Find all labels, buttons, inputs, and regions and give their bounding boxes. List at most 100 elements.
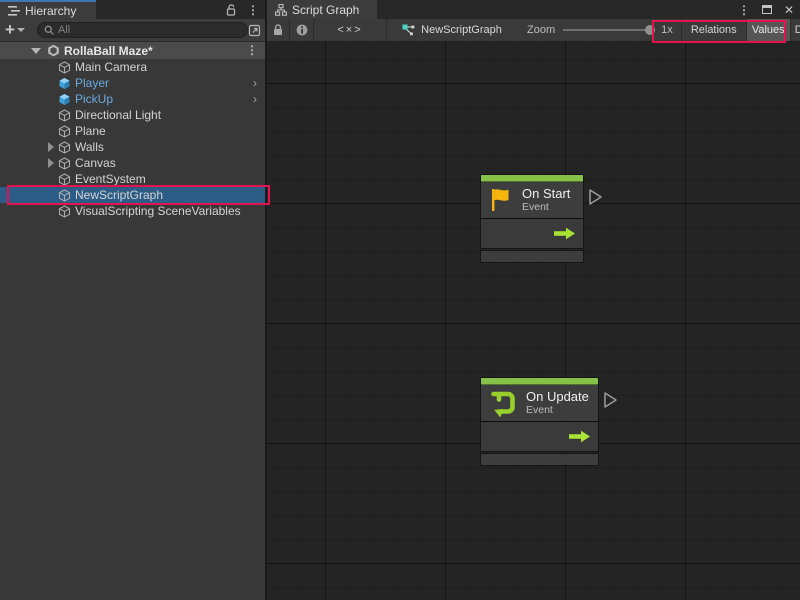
values-button[interactable]: Values — [747, 19, 791, 41]
unity-logo-icon — [47, 44, 60, 57]
gameobject-cube-icon — [58, 141, 71, 154]
node-on-start[interactable]: On Start Event — [481, 175, 583, 262]
node-header: On Start Event — [481, 182, 583, 218]
hierarchy-item-label: PickUp — [75, 92, 113, 106]
zoom-value: 1x — [661, 24, 673, 36]
hierarchy-tab-label: Hierarchy — [25, 4, 76, 18]
unlock-icon[interactable] — [226, 4, 237, 16]
graph-name-label: NewScriptGraph — [421, 24, 502, 36]
hierarchy-toolbar: + All — [0, 19, 265, 42]
zoom-label: Zoom — [527, 24, 555, 36]
hierarchy-item-label: Main Camera — [75, 60, 147, 74]
chevron-down-icon — [17, 28, 25, 32]
dim-button[interactable]: Dim — [791, 19, 800, 41]
node-title: On Start — [522, 187, 570, 202]
node-port-row — [481, 422, 598, 451]
foldout-open-icon[interactable] — [31, 48, 41, 54]
node-color-bar — [481, 175, 583, 182]
hierarchy-item-label: NewScriptGraph — [75, 188, 163, 202]
hierarchy-item-player[interactable]: Player › — [0, 75, 265, 91]
hierarchy-item-label: Directional Light — [75, 108, 161, 122]
script-graph-panel: Script Graph ⋮ ✕ < — [267, 0, 800, 600]
add-gameobject-button[interactable]: + — [5, 23, 25, 37]
zoom-control: Zoom 1x — [517, 19, 681, 41]
on-update-output-port-icon[interactable] — [603, 391, 618, 409]
hierarchy-item-directional-light[interactable]: Directional Light › — [0, 107, 265, 123]
trigger-output-arrow-icon[interactable] — [568, 430, 591, 443]
gameobject-cube-icon — [58, 61, 71, 74]
hierarchy-item-main-camera[interactable]: Main Camera › — [0, 59, 265, 75]
node-subtitle: Event — [522, 201, 570, 213]
on-start-output-port-icon[interactable] — [588, 188, 603, 206]
zoom-slider-track — [563, 29, 655, 31]
node-header: On Update Event — [481, 385, 598, 421]
prefab-cube-icon — [58, 93, 71, 106]
hierarchy-item-label: VisualScripting SceneVariables — [75, 204, 241, 218]
loop-icon — [489, 389, 517, 417]
node-footer — [481, 251, 583, 262]
pick-window-icon[interactable] — [246, 22, 262, 38]
plus-icon: + — [5, 23, 15, 37]
lock-button[interactable] — [267, 19, 290, 41]
hierarchy-item-label: Plane — [75, 124, 106, 138]
search-icon — [44, 25, 55, 36]
gameobject-cube-icon — [58, 109, 71, 122]
scene-name: RollaBall Maze* — [64, 44, 153, 58]
node-color-bar — [481, 378, 598, 385]
hierarchy-item-walls[interactable]: Walls › — [0, 139, 265, 155]
hierarchy-item-visualscripting-scenevariables[interactable]: VisualScripting SceneVariables › — [0, 203, 265, 219]
prefab-chevron-icon[interactable]: › — [253, 76, 257, 90]
code-preview-button[interactable]: <×> — [314, 19, 387, 41]
search-placeholder: All — [58, 24, 70, 36]
hierarchy-item-label: Canvas — [75, 156, 116, 170]
close-icon[interactable]: ✕ — [784, 4, 794, 16]
info-button[interactable] — [290, 19, 314, 41]
graph-asset-icon — [402, 24, 415, 36]
tab-script-graph[interactable]: Script Graph — [267, 0, 377, 19]
scene-menu-icon[interactable]: ⋮ — [246, 44, 258, 56]
hierarchy-list: Main Camera › Player › — [0, 59, 265, 219]
zoom-slider-thumb[interactable] — [645, 25, 655, 35]
tab-hierarchy[interactable]: Hierarchy — [0, 0, 96, 19]
hierarchy-item-pickup[interactable]: PickUp › — [0, 91, 265, 107]
gameobject-cube-icon — [58, 189, 71, 202]
trigger-output-arrow-icon[interactable] — [553, 227, 576, 240]
prefab-chevron-icon[interactable]: › — [253, 92, 257, 106]
graph-canvas[interactable]: On Start Event — [267, 42, 800, 600]
node-footer — [481, 454, 598, 465]
maximize-icon[interactable] — [762, 5, 772, 14]
script-graph-tab-label: Script Graph — [292, 3, 359, 17]
scene-header-row[interactable]: RollaBall Maze* ⋮ — [0, 42, 265, 59]
graph-name-button[interactable]: NewScriptGraph — [387, 19, 517, 41]
gameobject-cube-icon — [58, 173, 71, 186]
unity-editor-window: Hierarchy ⋮ + — [0, 0, 800, 600]
hierarchy-search-input[interactable]: All — [37, 22, 248, 38]
node-on-update[interactable]: On Update Event — [481, 378, 598, 465]
hierarchy-tabbar: Hierarchy ⋮ — [0, 0, 265, 19]
hierarchy-menu-icon[interactable]: ⋮ — [247, 4, 259, 16]
node-subtitle: Event — [526, 404, 589, 416]
hierarchy-icon — [8, 6, 20, 16]
script-graph-toolbar: <×> NewScriptGraph Zoom — [267, 19, 800, 42]
relations-button[interactable]: Relations — [681, 19, 747, 41]
zoom-slider[interactable] — [563, 23, 655, 37]
hierarchy-item-newscriptgraph[interactable]: NewScriptGraph › — [0, 187, 265, 203]
hierarchy-item-canvas[interactable]: Canvas › — [0, 155, 265, 171]
flag-icon — [489, 187, 513, 213]
hierarchy-item-eventsystem[interactable]: EventSystem › — [0, 171, 265, 187]
prefab-cube-icon — [58, 77, 71, 90]
gameobject-cube-icon — [58, 125, 71, 138]
hierarchy-item-plane[interactable]: Plane › — [0, 123, 265, 139]
gameobject-cube-icon — [58, 205, 71, 218]
node-port-row — [481, 219, 583, 248]
window-menu-icon[interactable]: ⋮ — [738, 4, 750, 16]
hierarchy-item-label: EventSystem — [75, 172, 146, 186]
graph-tab-icon — [275, 4, 287, 16]
gameobject-cube-icon — [58, 157, 71, 170]
script-graph-tabbar: Script Graph ⋮ ✕ — [267, 0, 800, 19]
hierarchy-panel: Hierarchy ⋮ + — [0, 0, 265, 600]
hierarchy-item-label: Player — [75, 76, 109, 90]
foldout-closed-icon[interactable] — [46, 142, 56, 152]
foldout-closed-icon[interactable] — [46, 158, 56, 168]
node-title: On Update — [526, 390, 589, 405]
